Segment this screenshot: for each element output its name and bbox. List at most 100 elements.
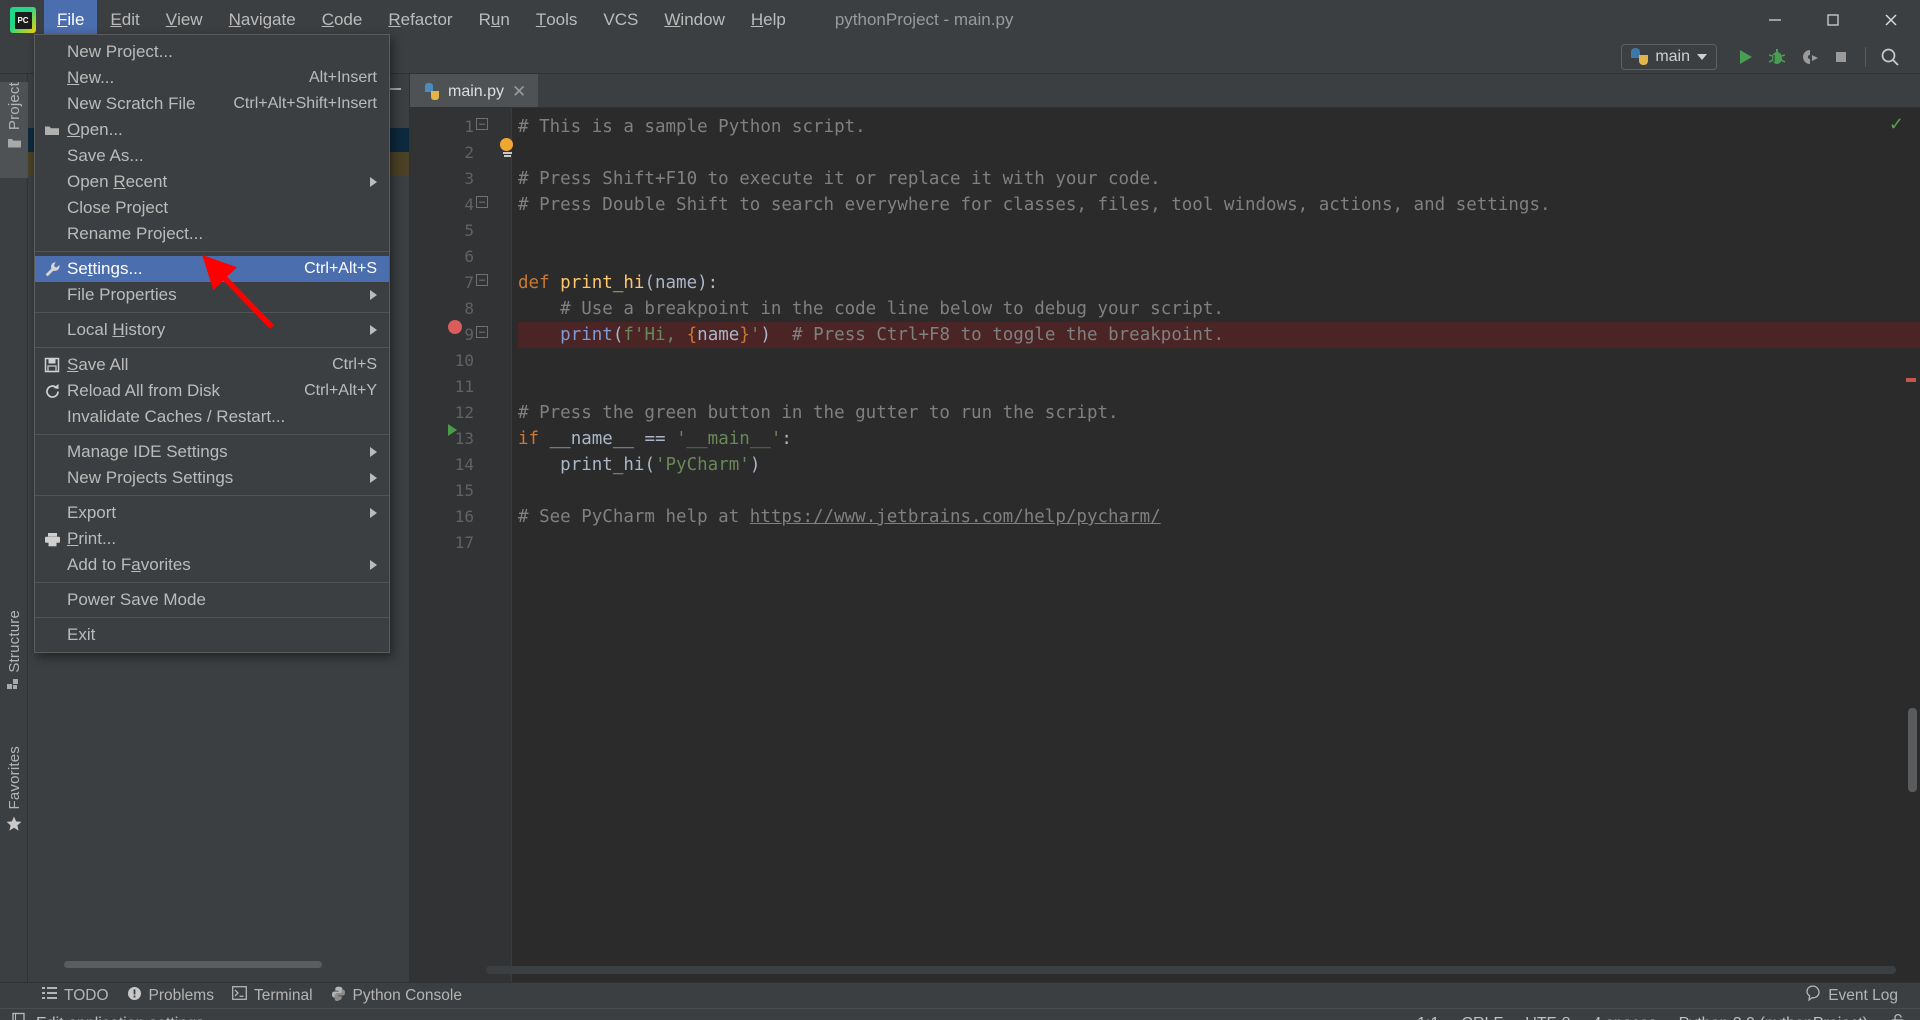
tool-window-button-terminal[interactable]: Terminal: [232, 986, 313, 1005]
code-line[interactable]: [518, 530, 1920, 556]
fold-region-icon[interactable]: –: [476, 274, 488, 286]
code-line[interactable]: [518, 244, 1920, 270]
code-line[interactable]: [518, 218, 1920, 244]
file-menu-item-invalidate-caches-restart[interactable]: Invalidate Caches / Restart...: [35, 404, 389, 430]
chevron-right-icon: [370, 473, 377, 483]
file-menu-item-new-projects-settings[interactable]: New Projects Settings: [35, 465, 389, 491]
debug-button[interactable]: [1761, 42, 1793, 72]
editor-horizontal-scrollbar[interactable]: [486, 966, 1896, 974]
stop-button[interactable]: [1825, 42, 1857, 72]
run-gutter-icon[interactable]: [448, 424, 457, 436]
menu-vcs[interactable]: VCS: [590, 0, 651, 40]
code-line[interactable]: [518, 140, 1920, 166]
run-with-coverage-button[interactable]: [1793, 42, 1825, 72]
fold-slot[interactable]: [482, 348, 511, 366]
project-horizontal-scrollbar[interactable]: [64, 961, 322, 968]
todo-icon: [42, 986, 57, 1005]
indent-setting[interactable]: 4 spaces: [1593, 1015, 1657, 1020]
fold-slot[interactable]: [482, 222, 511, 240]
file-menu-item-exit[interactable]: Exit: [35, 622, 389, 648]
file-menu-item-new[interactable]: New... Alt+Insert: [35, 65, 389, 91]
line-number-gutter[interactable]: 1 2 3 4 5 6 7 8 9 10 11 12 13 14 15 16 17: [410, 108, 482, 982]
code-line[interactable]: [518, 374, 1920, 400]
fold-slot[interactable]: [482, 168, 511, 186]
file-menu-item-save-all[interactable]: Save All Ctrl+S: [35, 352, 389, 378]
fold-region-end-icon[interactable]: –: [476, 326, 488, 338]
menu-help[interactable]: Help: [738, 0, 799, 40]
menu-window[interactable]: Window: [651, 0, 737, 40]
file-menu-item-settings[interactable]: Settings... Ctrl+Alt+S: [35, 256, 389, 282]
python-interpreter[interactable]: Python 3.9 (pythonProject): [1679, 1015, 1868, 1020]
event-log-button[interactable]: Event Log: [1805, 985, 1898, 1006]
close-icon[interactable]: ✕: [512, 82, 526, 102]
file-menu-item-new-project[interactable]: New Project...: [35, 39, 389, 65]
fold-slot[interactable]: [482, 294, 511, 312]
sidebar-item-structure[interactable]: Structure: [0, 610, 28, 720]
sidebar-item-favorites[interactable]: Favorites: [0, 746, 28, 856]
file-menu-item-manage-ide-settings[interactable]: Manage IDE Settings: [35, 439, 389, 465]
code-line[interactable]: # Press the green button in the gutter t…: [518, 400, 1920, 426]
tab-main-py[interactable]: main.py ✕: [410, 74, 539, 107]
line-separator[interactable]: CRLF: [1461, 1015, 1503, 1020]
inspection-ok-icon[interactable]: ✓: [1889, 114, 1904, 135]
file-menu-item-open-recent[interactable]: Open Recent: [35, 169, 389, 195]
fold-region-icon[interactable]: –: [476, 118, 488, 130]
intention-bulb-icon[interactable]: [500, 138, 514, 157]
window-controls[interactable]: [1746, 0, 1920, 40]
editor-vertical-scrollbar[interactable]: [1908, 708, 1917, 792]
file-menu-item-reload-all-from-disk[interactable]: Reload All from Disk Ctrl+Alt+Y: [35, 378, 389, 404]
file-menu-item-print[interactable]: Print...: [35, 526, 389, 552]
file-menu-item-add-to-favorites[interactable]: Add to Favorites: [35, 552, 389, 578]
file-menu-item-open[interactable]: Open...: [35, 117, 389, 143]
source-code[interactable]: # This is a sample Python script. # Pres…: [512, 108, 1920, 982]
file-menu-item-new-scratch-file[interactable]: New Scratch File Ctrl+Alt+Shift+Insert: [35, 91, 389, 117]
search-icon[interactable]: [1874, 42, 1906, 72]
file-menu-item-export[interactable]: Export: [35, 500, 389, 526]
code-line[interactable]: if __name__ == '__main__':: [518, 426, 1920, 452]
file-menu-item-file-properties[interactable]: File Properties: [35, 282, 389, 308]
file-menu-item-label: New...: [67, 68, 115, 87]
code-line[interactable]: # Use a breakpoint in the code line belo…: [518, 296, 1920, 322]
menu-tools[interactable]: Tools: [523, 0, 591, 40]
run-button[interactable]: [1729, 42, 1761, 72]
fold-slot[interactable]: [482, 366, 511, 384]
file-menu-item-shortcut: Ctrl+Alt+S: [304, 260, 377, 277]
run-configuration-selector[interactable]: main: [1621, 43, 1717, 70]
sidebar-item-project[interactable]: Project: [0, 82, 28, 178]
fold-slot[interactable]: [482, 240, 511, 258]
file-menu-item-rename-project[interactable]: Rename Project...: [35, 221, 389, 247]
file-menu-item-close-project[interactable]: Close Project: [35, 195, 389, 221]
chevron-down-icon[interactable]: [1697, 53, 1707, 60]
unlock-icon[interactable]: [1890, 1013, 1906, 1020]
code-line[interactable]: def print_hi(name):: [518, 270, 1920, 296]
minimize-icon[interactable]: [1746, 0, 1804, 40]
caret-position[interactable]: 1:1: [1417, 1015, 1439, 1020]
tool-window-bar[interactable]: TODO Problems Terminal Python Console Event …: [0, 982, 1920, 1008]
close-icon[interactable]: [1862, 0, 1920, 40]
code-line[interactable]: # This is a sample Python script.: [518, 114, 1920, 140]
code-line[interactable]: # Press Shift+F10 to execute it or repla…: [518, 166, 1920, 192]
fold-slot[interactable]: [482, 402, 511, 420]
breakpoint-icon[interactable]: [448, 320, 462, 334]
tool-window-button-python-console[interactable]: Python Console: [331, 986, 462, 1006]
code-line[interactable]: [518, 478, 1920, 504]
fold-slot[interactable]: [482, 384, 511, 402]
tool-window-button-problems[interactable]: Problems: [127, 986, 214, 1006]
file-menu-dropdown[interactable]: New Project... New... Alt+Insert New Scratc…: [34, 34, 390, 653]
file-menu-item-save-as[interactable]: Save As...: [35, 143, 389, 169]
error-stripe-marker[interactable]: [1906, 378, 1916, 382]
fold-region-end-icon[interactable]: –: [476, 196, 488, 208]
code-line[interactable]: [518, 348, 1920, 374]
file-encoding[interactable]: UTF-8: [1525, 1015, 1570, 1020]
file-menu-item-power-save-mode[interactable]: Power Save Mode: [35, 587, 389, 613]
code-view[interactable]: 1 2 3 4 5 6 7 8 9 10 11 12 13 14 15 16 17 # This is a sa…: [410, 108, 1920, 982]
menu-run[interactable]: Run: [466, 0, 523, 40]
maximize-icon[interactable]: [1804, 0, 1862, 40]
code-folding-gutter[interactable]: [482, 108, 512, 982]
code-line[interactable]: # Press Double Shift to search everywher…: [518, 192, 1920, 218]
code-line[interactable]: print(f'Hi, {name}') # Press Ctrl+F8 to …: [518, 322, 1920, 348]
file-menu-item-local-history[interactable]: Local History: [35, 317, 389, 343]
code-line[interactable]: # See PyCharm help at https://www.jetbra…: [518, 504, 1920, 530]
code-line[interactable]: print_hi('PyCharm'): [518, 452, 1920, 478]
tool-window-button-todo[interactable]: TODO: [42, 986, 109, 1005]
